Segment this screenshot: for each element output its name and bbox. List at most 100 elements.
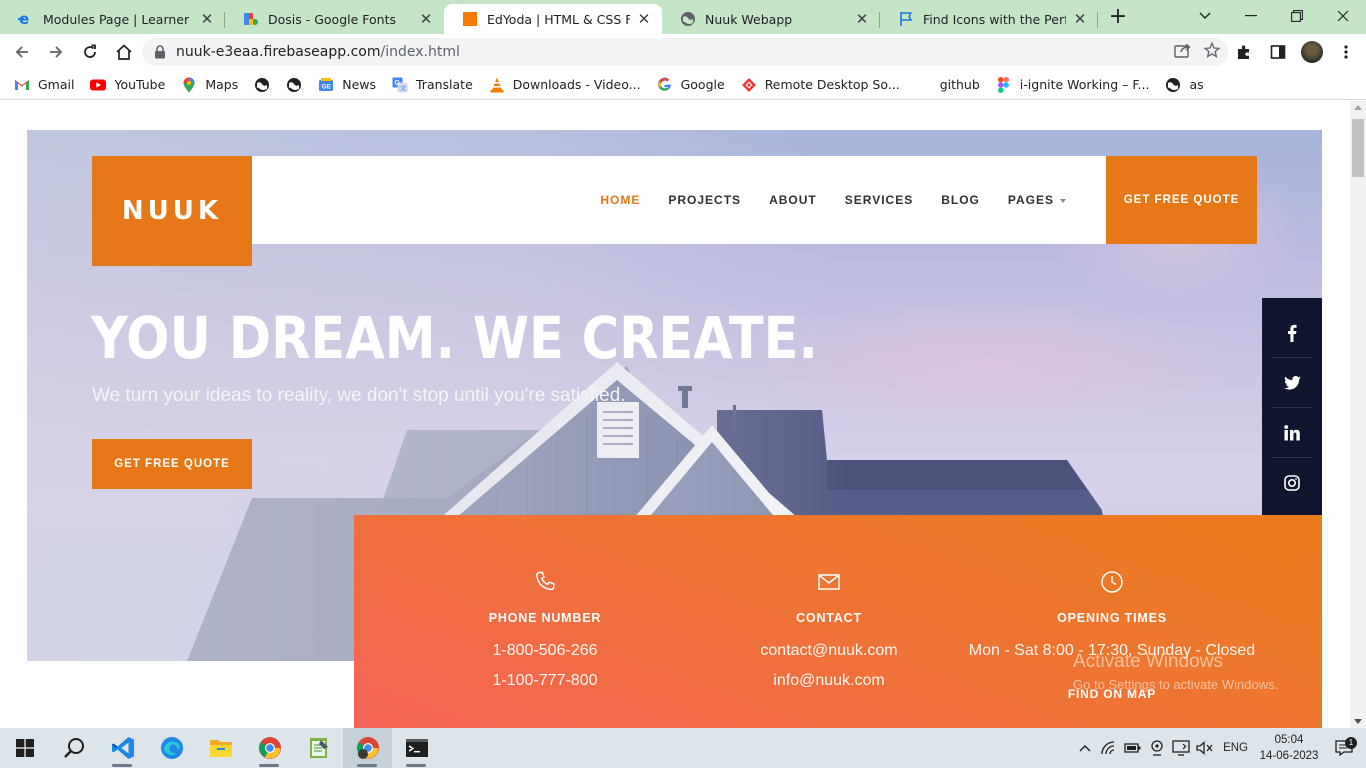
close-icon[interactable]: ✕ (1072, 11, 1088, 27)
twitter-icon[interactable] (1272, 358, 1312, 408)
nav-services[interactable]: SERVICES (845, 193, 913, 207)
bookmark-star-icon[interactable] (1203, 41, 1221, 62)
activate-windows-watermark: Activate Windows Go to Settings to activ… (1073, 651, 1278, 692)
close-icon[interactable]: ✕ (199, 11, 215, 27)
language-indicator[interactable]: ENG (1223, 742, 1248, 754)
bookmark-translate[interactable]: G文 Translate (392, 77, 473, 93)
blank-icon (916, 77, 932, 93)
scroll-up-arrow-icon[interactable] (1354, 105, 1362, 110)
bookmark-remote-desktop[interactable]: Remote Desktop So... (741, 77, 900, 93)
bookmark-github[interactable]: github (916, 77, 980, 93)
tab-dosis-google-fonts[interactable]: Dosis - Google Fonts ✕ (225, 4, 444, 34)
menu-button[interactable] (1330, 36, 1362, 68)
home-button[interactable] (108, 36, 140, 68)
translate-icon: G文 (392, 77, 408, 93)
edge-icon[interactable] (147, 728, 196, 768)
watermark-subtitle: Go to Settings to activate Windows. (1073, 677, 1279, 692)
windows-start-icon[interactable] (0, 728, 49, 768)
get-free-quote-hero-button[interactable]: GET FREE QUOTE (92, 439, 252, 489)
bookmark-label: Translate (416, 77, 473, 92)
scroll-thumb[interactable] (1352, 119, 1364, 177)
nav-projects[interactable]: PROJECTS (668, 193, 741, 207)
bookmark-youtube[interactable]: YouTube (90, 77, 165, 93)
notifications-button[interactable]: 1 (1322, 728, 1366, 768)
phone-number[interactable]: 1-800-506-266 (395, 642, 695, 660)
hero-subtitle: We turn your ideas to reality, we don't … (92, 385, 626, 406)
bookmark-i-ignite[interactable]: i-ignite Working – F... (996, 76, 1149, 93)
extensions-button[interactable] (1228, 36, 1260, 68)
close-icon[interactable]: ✕ (418, 11, 434, 27)
bookmark-globe-2[interactable] (286, 77, 302, 93)
bookmark-label: YouTube (114, 77, 166, 92)
bookmark-maps[interactable]: Maps (181, 77, 238, 93)
tab-edyoda-final[interactable]: EdYoda | HTML & CSS Final P ✕ (444, 4, 662, 34)
bookmark-gmail[interactable]: Gmail (14, 77, 74, 93)
scroll-down-arrow-icon[interactable] (1354, 719, 1362, 724)
close-icon[interactable]: ✕ (854, 11, 870, 27)
facebook-icon[interactable] (1272, 308, 1312, 358)
bookmark-globe-1[interactable] (254, 77, 270, 93)
tab-search-chevron-icon[interactable] (1182, 0, 1228, 32)
bookmark-as[interactable]: as (1165, 77, 1204, 93)
chrome-icon[interactable] (245, 728, 294, 768)
profile-button[interactable] (1296, 36, 1328, 68)
tab-find-icons[interactable]: Find Icons with the Perfect Lo ✕ (880, 4, 1098, 34)
restore-button[interactable] (1274, 0, 1320, 32)
close-icon[interactable]: ✕ (636, 11, 652, 27)
wifi-icon[interactable] (1097, 728, 1121, 768)
puzzle-icon (1238, 45, 1249, 59)
bookmark-google[interactable]: Google (657, 77, 725, 93)
vscode-icon[interactable] (98, 728, 147, 768)
hero-title: YOU DREAM. WE CREATE. (91, 304, 818, 372)
speaker-muted-icon[interactable] (1193, 728, 1217, 768)
tab-modules-page[interactable]: e Modules Page | Learner ✕ (0, 4, 225, 34)
notepad-icon[interactable] (294, 728, 343, 768)
file-explorer-icon[interactable] (196, 728, 245, 768)
search-icon[interactable] (49, 728, 98, 768)
webcam-icon[interactable] (1145, 728, 1169, 768)
nav-home[interactable]: HOME (600, 193, 640, 207)
bookmark-downloads-video[interactable]: Downloads - Video... (489, 77, 641, 93)
home-icon (116, 44, 132, 60)
tab-nuuk-webapp[interactable]: Nuuk Webapp ✕ (662, 4, 880, 34)
address-bar[interactable]: nuuk-e3eaa.firebaseapp.com/index.html (142, 38, 1228, 66)
nav-pages-label: PAGES (1007, 193, 1054, 207)
terminal-icon[interactable] (392, 728, 441, 768)
forward-button[interactable] (40, 36, 72, 68)
battery-icon[interactable] (1121, 728, 1145, 768)
email-address[interactable]: info@nuuk.com (679, 672, 979, 690)
side-panel-button[interactable] (1262, 36, 1294, 68)
email-address[interactable]: contact@nuuk.com (679, 642, 979, 660)
bookmark-news[interactable]: GE News (318, 77, 376, 93)
share-icon[interactable] (1174, 42, 1192, 62)
system-clock[interactable]: 05:04 14-06-2023 (1256, 732, 1322, 764)
system-tray: ENG 05:04 14-06-2023 1 (1073, 728, 1366, 768)
page-scrollbar[interactable] (1350, 101, 1366, 728)
display-icon[interactable] (1169, 728, 1193, 768)
maps-pin-icon (181, 77, 197, 93)
new-tab-button[interactable]: + (1104, 4, 1132, 32)
chrome-profile-icon[interactable] (343, 728, 392, 768)
nav-pages[interactable]: PAGES (1008, 193, 1066, 207)
minimize-button[interactable] (1228, 0, 1274, 32)
back-button[interactable] (6, 36, 38, 68)
bookmark-label: Google (680, 77, 725, 92)
nav-blog[interactable]: BLOG (941, 193, 980, 207)
phone-number[interactable]: 1-100-777-800 (395, 672, 695, 690)
logo[interactable]: NUUK (92, 156, 252, 266)
nav-about[interactable]: ABOUT (769, 193, 817, 207)
globe-icon (286, 77, 302, 93)
tab-title: Dosis - Google Fonts (268, 11, 397, 27)
kebab-menu-icon (1344, 45, 1348, 59)
tab-title: Nuuk Webapp (705, 11, 793, 27)
close-window-button[interactable] (1320, 0, 1366, 32)
url-host: nuuk-e3eaa.firebaseapp.com (176, 44, 381, 60)
url-path: /index.html (380, 44, 460, 60)
linkedin-icon[interactable] (1272, 408, 1312, 458)
get-free-quote-nav-button[interactable]: GET FREE QUOTE (1106, 156, 1257, 244)
chevron-up-icon[interactable] (1073, 728, 1097, 768)
lock-icon[interactable] (154, 45, 166, 59)
reload-button[interactable] (74, 36, 106, 68)
instagram-icon[interactable] (1272, 458, 1312, 508)
url-text[interactable]: nuuk-e3eaa.firebaseapp.com/index.html (176, 44, 460, 60)
